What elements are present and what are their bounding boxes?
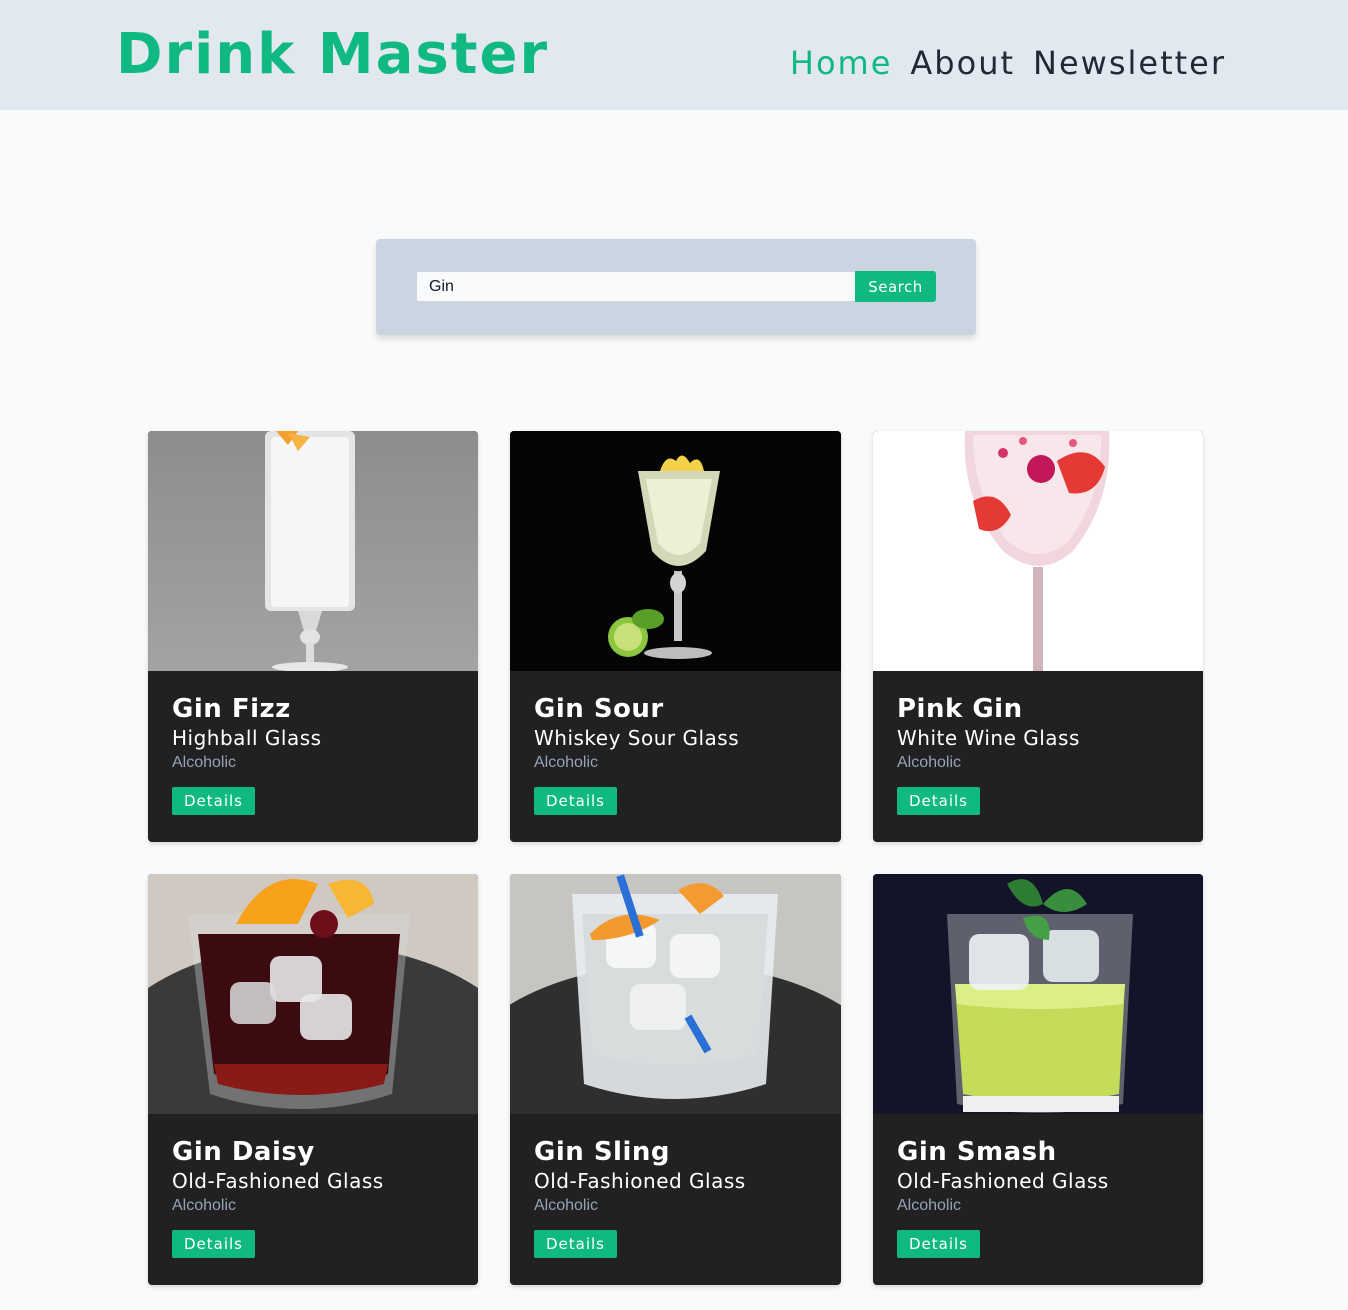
drink-card: Gin Sling Old-Fashioned Glass Alcoholic …: [510, 874, 841, 1285]
card-body: Gin Smash Old-Fashioned Glass Alcoholic …: [873, 1114, 1203, 1258]
drink-image: [510, 874, 841, 1114]
drink-category: Alcoholic: [172, 1197, 237, 1214]
drink-image: [148, 431, 478, 671]
drink-image: [148, 874, 478, 1114]
drink-name: Gin Fizz: [172, 694, 291, 724]
site-logo[interactable]: Drink Master: [116, 22, 549, 87]
drink-image: [873, 874, 1203, 1114]
drink-category: Alcoholic: [897, 1197, 962, 1214]
details-button[interactable]: Details: [534, 787, 618, 815]
drink-card: Gin Smash Old-Fashioned Glass Alcoholic …: [873, 874, 1203, 1285]
search-button[interactable]: Search: [855, 271, 936, 302]
drink-glass: Old-Fashioned Glass: [172, 1169, 384, 1193]
card-body: Gin Daisy Old-Fashioned Glass Alcoholic …: [148, 1114, 478, 1258]
details-button[interactable]: Details: [897, 1230, 981, 1258]
drink-card: Gin Sour Whiskey Sour Glass Alcoholic De…: [510, 431, 841, 842]
search-input[interactable]: [416, 271, 855, 302]
search-panel: Search: [376, 239, 976, 335]
drink-image: [873, 431, 1203, 671]
card-body: Gin Fizz Highball Glass Alcoholic Detail…: [148, 671, 478, 815]
drink-card: Gin Fizz Highball Glass Alcoholic Detail…: [148, 431, 478, 842]
drink-glass: Highball Glass: [172, 726, 322, 750]
navbar: Drink Master Home About Newsletter: [0, 0, 1348, 110]
card-body: Gin Sour Whiskey Sour Glass Alcoholic De…: [510, 671, 841, 815]
drinks-grid: Gin Fizz Highball Glass Alcoholic Detail…: [148, 431, 1203, 1285]
drink-category: Alcoholic: [172, 754, 237, 771]
drink-name: Gin Smash: [897, 1137, 1057, 1167]
nav-link-about[interactable]: About: [910, 44, 1015, 82]
drink-glass: White Wine Glass: [897, 726, 1080, 750]
drink-category: Alcoholic: [534, 754, 599, 771]
drink-name: Gin Sling: [534, 1137, 670, 1167]
details-button[interactable]: Details: [534, 1230, 618, 1258]
drink-category: Alcoholic: [534, 1197, 599, 1214]
drink-glass: Whiskey Sour Glass: [534, 726, 740, 750]
drink-card: Pink Gin White Wine Glass Alcoholic Deta…: [873, 431, 1203, 842]
nav-link-newsletter[interactable]: Newsletter: [1033, 44, 1226, 82]
details-button[interactable]: Details: [897, 787, 981, 815]
details-button[interactable]: Details: [172, 1230, 256, 1258]
card-body: Gin Sling Old-Fashioned Glass Alcoholic …: [510, 1114, 841, 1258]
drink-name: Pink Gin: [897, 694, 1023, 724]
details-button[interactable]: Details: [172, 787, 256, 815]
drink-name: Gin Sour: [534, 694, 664, 724]
drink-glass: Old-Fashioned Glass: [534, 1169, 746, 1193]
drink-glass: Old-Fashioned Glass: [897, 1169, 1109, 1193]
drink-image: [510, 431, 841, 671]
drink-name: Gin Daisy: [172, 1137, 315, 1167]
main-nav: Home About Newsletter: [790, 44, 1226, 82]
drink-card: Gin Daisy Old-Fashioned Glass Alcoholic …: [148, 874, 478, 1285]
nav-link-home[interactable]: Home: [790, 44, 893, 82]
drink-category: Alcoholic: [897, 754, 962, 771]
card-body: Pink Gin White Wine Glass Alcoholic Deta…: [873, 671, 1203, 815]
